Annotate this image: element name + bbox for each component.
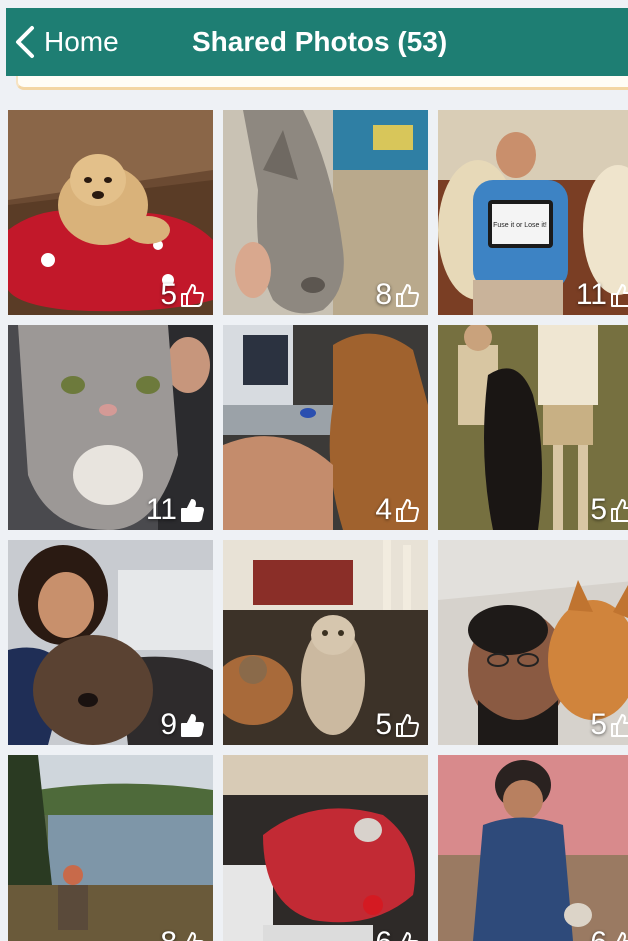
like-count: 5 [590, 493, 607, 526]
like-count-badge[interactable]: 5 [590, 709, 628, 741]
photo-tile[interactable]: 8 [223, 110, 428, 315]
photo-tile[interactable]: 6 [438, 755, 628, 941]
like-count-badge[interactable]: 6 [590, 927, 628, 941]
photo-tile[interactable]: 5 [438, 540, 628, 745]
photo-tile[interactable]: 6 [223, 755, 428, 941]
shared-photos-screen: Home Shared Photos (53) 5 8 Fuse it or L… [0, 0, 628, 941]
like-count: 5 [375, 708, 392, 741]
like-count-badge[interactable]: 8 [160, 927, 205, 941]
photo-tile[interactable]: 9 [8, 540, 213, 745]
photo-tile[interactable]: 5 [8, 110, 213, 315]
thumbs-up-outline-icon [397, 932, 419, 941]
like-count-badge[interactable]: 9 [160, 709, 205, 741]
photo-tile[interactable]: 4 [223, 325, 428, 530]
thumbs-up-filled-icon [181, 499, 204, 522]
photo-tile[interactable]: 11 [8, 325, 213, 530]
photo-kitten-blanket [223, 755, 428, 941]
like-count: 8 [375, 278, 392, 311]
like-count: 11 [575, 278, 607, 311]
thumbs-up-outline-icon [182, 932, 204, 941]
photo-tile[interactable]: 5 [438, 325, 628, 530]
back-button[interactable]: Home [14, 18, 119, 66]
chevron-left-icon [16, 26, 34, 58]
like-count-badge[interactable]: 6 [375, 927, 420, 941]
navigation-bar: Home Shared Photos (53) [6, 8, 628, 76]
like-count-badge[interactable]: 5 [375, 709, 420, 741]
back-label: Home [44, 26, 119, 57]
thumbs-up-outline-icon [396, 714, 419, 737]
photo-tile[interactable]: 8 [8, 755, 213, 941]
like-count: 9 [160, 708, 177, 741]
photo-tile[interactable]: 5 [223, 540, 428, 745]
thumbs-up-outline-icon [611, 499, 628, 522]
like-count-badge[interactable]: 11 [576, 279, 628, 311]
thumbs-up-outline-icon [181, 284, 204, 307]
photo-woman-small-dog [438, 755, 628, 941]
like-count: 5 [160, 278, 177, 311]
like-count-badge[interactable]: 8 [375, 279, 420, 311]
thumbs-up-outline-icon [396, 284, 419, 307]
thumbs-up-filled-icon [181, 714, 204, 737]
banner-card-edge [16, 76, 628, 90]
photo-tile[interactable]: Fuse it or Lose it! 11 [438, 110, 628, 315]
like-count-badge[interactable]: 5 [160, 279, 205, 311]
like-count-badge[interactable]: 11 [146, 494, 205, 526]
thumbs-up-outline-icon [611, 284, 628, 307]
tablet-text: Fuse it or Lose it! [493, 222, 547, 229]
page-title: Shared Photos (53) [192, 26, 448, 57]
thumbs-up-outline-icon [612, 932, 628, 941]
thumbs-up-outline-icon [396, 499, 419, 522]
thumbs-up-outline-icon [611, 714, 628, 737]
photo-hiker-lake [8, 755, 213, 941]
like-count: 5 [590, 708, 607, 741]
like-count: 6 [375, 927, 392, 941]
like-count: 11 [145, 493, 177, 526]
like-count-badge[interactable]: 5 [590, 494, 628, 526]
like-count: 6 [590, 927, 607, 941]
like-count-badge[interactable]: 4 [375, 494, 420, 526]
like-count: 4 [375, 493, 392, 526]
like-count: 8 [160, 927, 177, 941]
